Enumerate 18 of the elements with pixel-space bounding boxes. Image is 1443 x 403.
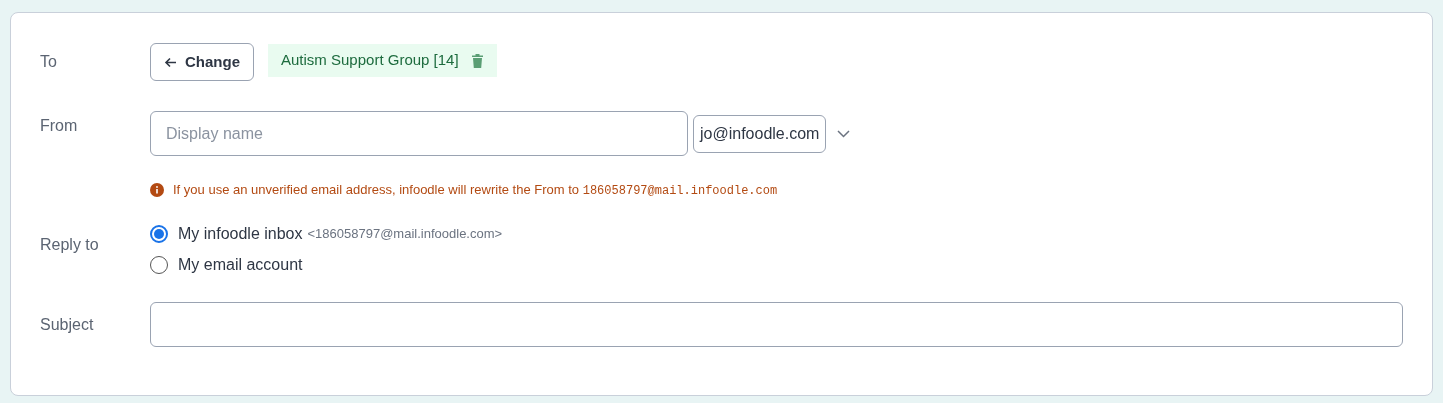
- inbox-address: <186058797@mail.infoodle.com>: [307, 224, 503, 243]
- trash-icon[interactable]: [470, 52, 484, 68]
- radio-button[interactable]: [150, 224, 168, 243]
- arrow-left-icon: [164, 56, 177, 68]
- info-icon: [150, 183, 164, 197]
- from-address-select[interactable]: jo@infoodle.com: [693, 114, 827, 153]
- change-button[interactable]: Change: [150, 43, 254, 81]
- subject-field[interactable]: [150, 302, 1403, 347]
- field-label: From: [40, 116, 79, 136]
- field-label: Reply to: [40, 235, 100, 255]
- field-label: Subject: [40, 314, 95, 335]
- warning-message: If you use an unverified email address, infoodle will rewrite the From to 186058797@mail.infoodle.com: [173, 181, 778, 200]
- recipient-name: Autism Support Group [14]: [281, 49, 459, 70]
- radio-label: My infoodle inbox: [178, 223, 303, 244]
- chevron-down-icon[interactable]: [837, 129, 851, 138]
- field-label: To: [40, 52, 58, 72]
- radio-label: My email account: [178, 254, 303, 275]
- display-name-field[interactable]: Display name: [150, 111, 688, 156]
